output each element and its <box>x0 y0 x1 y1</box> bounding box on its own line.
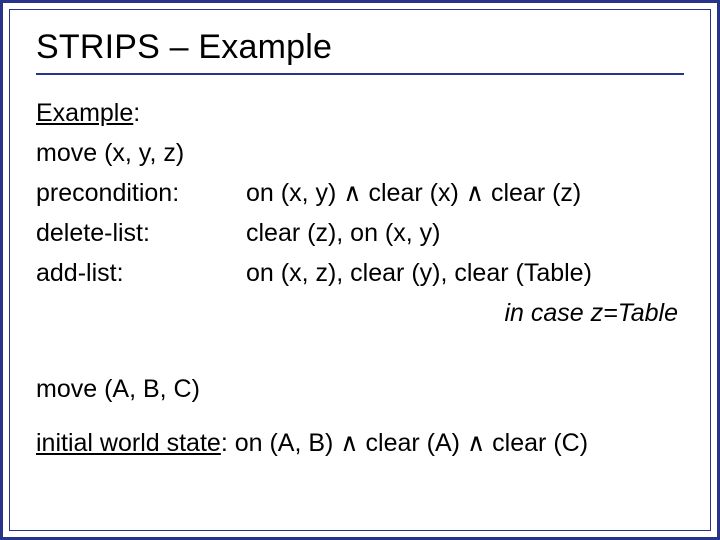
example-label: Example <box>36 99 133 127</box>
initial-state-label: initial world state <box>36 429 221 457</box>
spacer <box>36 333 684 369</box>
precondition-row: precondition: on (x, y) ∧ clear (x) ∧ cl… <box>36 173 684 213</box>
add-row: add-list: on (x, z), clear (y), clear (T… <box>36 253 684 293</box>
example-colon: : <box>133 99 140 127</box>
slide-frame: STRIPS – Example Example: move (x, y, z)… <box>0 0 720 540</box>
instance-line: move (A, B, C) <box>36 369 684 409</box>
initial-state-value: : on (A, B) ∧ clear (A) ∧ clear (C) <box>221 429 588 457</box>
delete-label: delete-list: <box>36 213 246 253</box>
delete-value: clear (z), on (x, y) <box>246 213 684 253</box>
slide-inner: STRIPS – Example Example: move (x, y, z)… <box>9 9 711 531</box>
operator-line: move (x, y, z) <box>36 133 684 173</box>
title-underline <box>36 73 684 75</box>
add-note: in case z=Table <box>36 293 684 333</box>
slide-title: STRIPS – Example <box>36 28 684 67</box>
example-heading: Example: <box>36 93 684 133</box>
initial-state-line: initial world state: on (A, B) ∧ clear (… <box>36 423 684 463</box>
delete-row: delete-list: clear (z), on (x, y) <box>36 213 684 253</box>
add-value: on (x, z), clear (y), clear (Table) <box>246 253 684 293</box>
add-label: add-list: <box>36 253 246 293</box>
precondition-label: precondition: <box>36 173 246 213</box>
spacer-2 <box>36 409 684 423</box>
slide-body: Example: move (x, y, z) precondition: on… <box>36 93 684 463</box>
precondition-value: on (x, y) ∧ clear (x) ∧ clear (z) <box>246 173 684 213</box>
